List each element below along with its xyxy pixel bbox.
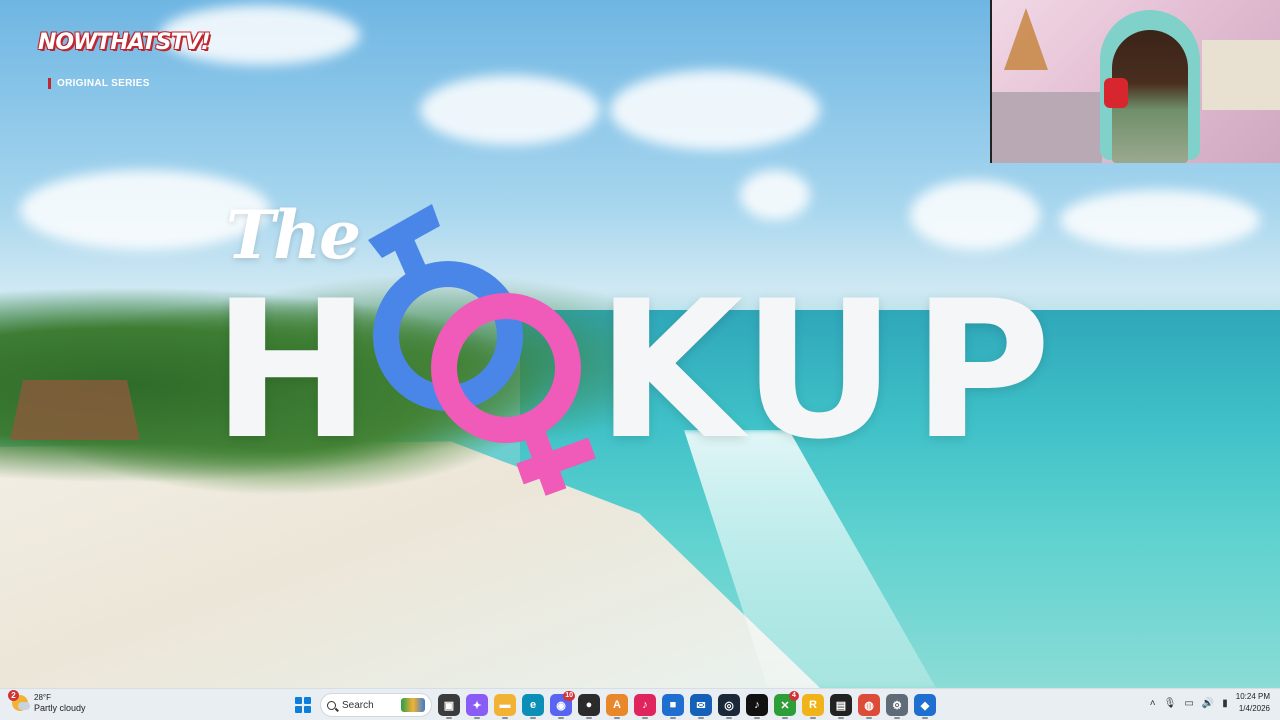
desk	[992, 92, 1102, 163]
cloud	[1060, 190, 1260, 250]
file-explorer-icon[interactable]: ▬	[494, 694, 516, 719]
volume-icon[interactable]: 🔊	[1202, 698, 1214, 709]
title-letter-p: P	[912, 260, 1051, 481]
microphone-icon	[1104, 78, 1128, 108]
obs-icon[interactable]: ●	[578, 694, 600, 719]
brand-subtitle: ORIGINAL SERIES	[48, 78, 150, 89]
weather-badge: 2	[8, 690, 19, 701]
search-placeholder: Search	[342, 699, 374, 711]
search-icon	[327, 700, 336, 710]
store-icon[interactable]: ■	[662, 694, 684, 719]
clock[interactable]: 10:24 PM 1/4/2026	[1236, 691, 1270, 715]
task-view-icon[interactable]: ▣	[438, 694, 460, 719]
partly-cloudy-icon: 2	[8, 690, 30, 711]
app-red-icon[interactable]: ♪	[634, 694, 656, 719]
webcam-overlay	[990, 0, 1280, 163]
call-of-duty-icon[interactable]: ▤	[830, 694, 852, 719]
microphone-tray-icon[interactable]: 🎙	[1164, 698, 1177, 709]
weather-widget[interactable]: 2 28°F Partly cloudy	[8, 690, 86, 714]
tiktok-icon[interactable]: ♪	[746, 694, 768, 719]
defender-icon[interactable]: ◆	[914, 694, 936, 719]
tray-overflow-icon[interactable]: ˄	[1150, 698, 1156, 709]
gender-symbols-logo	[368, 204, 596, 496]
cloud	[910, 180, 1040, 250]
start-button[interactable]	[292, 694, 314, 716]
shelf	[1202, 40, 1280, 110]
steam-icon[interactable]: ◎	[718, 694, 740, 719]
title-letter-h: H	[212, 260, 371, 481]
taskbar: 2 28°F Partly cloudy Search ▣ ✦ ▬ e ◉ 10 ● A ♪ ■ ✉…	[0, 688, 1280, 720]
xbox-badge: 4	[789, 691, 799, 701]
network-icon[interactable]: ▭	[1184, 698, 1193, 709]
weather-description: Partly cloudy	[34, 703, 86, 713]
app-orange-icon[interactable]: A	[606, 694, 628, 719]
cloud	[740, 170, 810, 220]
battery-icon[interactable]: ▮	[1222, 698, 1228, 709]
mail-app-icon[interactable]: ✉	[690, 694, 712, 719]
search-box[interactable]: Search	[320, 693, 432, 717]
cloud	[610, 70, 820, 150]
edge-icon[interactable]: e	[522, 694, 544, 719]
title-letter-u: U	[742, 260, 896, 481]
discord-badge: 10	[563, 691, 575, 701]
chrome-icon[interactable]: ◍	[858, 694, 880, 719]
weather-temperature: 28°F	[34, 693, 51, 702]
resort-roof	[10, 380, 140, 440]
system-tray: ˄ 🎙 ▭ 🔊 ▮ 10:24 PM 1/4/2026	[1150, 691, 1270, 715]
title-letter-k: K	[596, 260, 743, 481]
brand-logo: NOWTHATSTV!	[38, 30, 211, 55]
copilot-icon[interactable]: ✦	[466, 694, 488, 719]
rockstar-icon[interactable]: R	[802, 694, 824, 719]
search-highlight-icon	[401, 698, 425, 712]
clock-time: 10:24 PM	[1235, 692, 1270, 701]
christmas-tree	[1004, 8, 1048, 70]
xbox-icon[interactable]: ✕ 4	[774, 691, 799, 719]
settings-icon[interactable]: ⚙	[886, 694, 908, 719]
discord-icon[interactable]: ◉ 10	[550, 691, 575, 719]
cloud	[420, 75, 600, 145]
clock-date: 1/4/2026	[1238, 704, 1270, 713]
taskbar-apps: Search ▣ ✦ ▬ e ◉ 10 ● A ♪ ■ ✉ ◎ ♪ ✕ 4 R ▤ ◍ ⚙ ◆	[292, 691, 936, 719]
pinned-apps: ▣ ✦ ▬ e ◉ 10 ● A ♪ ■ ✉ ◎ ♪ ✕ 4 R ▤ ◍ ⚙ ◆	[438, 691, 936, 719]
